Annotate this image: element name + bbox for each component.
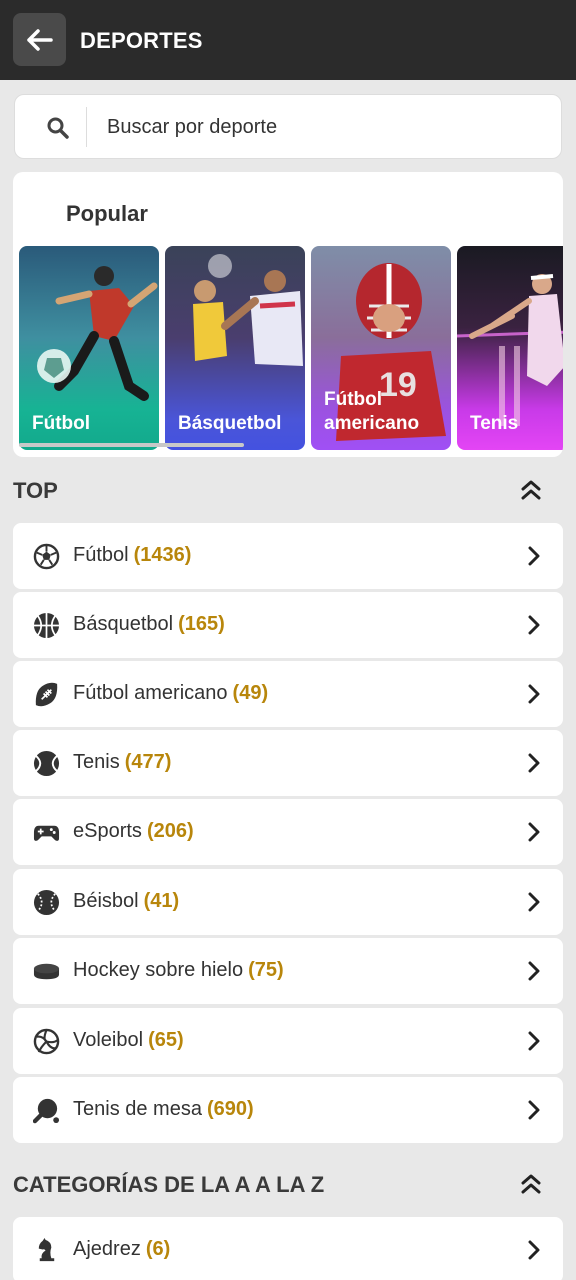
page-title: DEPORTES [80,28,203,53]
sport-count: (477) [124,751,172,773]
search-box[interactable] [14,94,562,159]
popular-card-label: Fútbol [32,413,91,434]
search-divider [86,107,87,147]
sport-name: Béisbol (41) [73,890,180,912]
chevron-right-icon [528,546,540,566]
sport-count: (206) [146,820,194,842]
search-icon [47,117,69,139]
sport-row-esports[interactable]: eSports (206) [13,799,563,865]
volleyball-icon [33,1028,60,1055]
sport-count: (6) [145,1238,171,1260]
sport-name: eSports (206) [73,820,194,842]
sport-name: Tenis de mesa (690) [73,1098,254,1120]
carousel-scrollbar[interactable] [19,443,557,447]
chevron-right-icon [528,684,540,704]
sport-count: (165) [178,613,225,635]
chevron-right-icon [528,1100,540,1120]
sport-row-beisbol[interactable]: Béisbol (41) [13,869,563,935]
sport-row-futbol-americano[interactable]: Fútbol americano (49) [13,661,563,727]
sport-row-voleibol[interactable]: Voleibol (65) [13,1008,563,1074]
sport-row-tenis[interactable]: Tenis (477) [13,730,563,796]
sport-count: (75) [248,959,284,981]
popular-card-tenis[interactable]: Tenis [457,246,563,450]
chevron-right-icon [528,961,540,981]
sport-count: (65) [148,1029,184,1051]
top-bar: DEPORTES [0,0,576,80]
az-section-header: CATEGORÍAS DE LA A A LA Z [13,1164,563,1204]
popular-card-basquetbol[interactable]: Básquetbol [165,246,305,450]
sport-row-tenis-de-mesa[interactable]: Tenis de mesa (690) [13,1077,563,1143]
ping-pong-paddle-icon [33,1098,60,1124]
sport-row-ajedrez[interactable]: Ajedrez (6) [13,1217,563,1280]
popular-card-label: Fútbol americano [324,389,420,434]
back-button[interactable] [13,13,66,66]
arrow-left-icon [26,28,53,51]
top-section-title: TOP [13,478,58,503]
popular-carousel[interactable]: Fútbol Básquetbol 19 Fútbol americano Te… [19,246,563,450]
hockey-puck-icon [33,963,60,980]
chevron-right-icon [528,1031,540,1051]
basketball-icon [33,612,60,639]
sport-row-basquetbol[interactable]: Básquetbol (165) [13,592,563,658]
sport-name: Tenis (477) [73,751,172,773]
sport-name: Fútbol americano (49) [73,682,269,704]
search-input[interactable] [107,109,547,145]
popular-card-label: Tenis [470,413,519,434]
chevron-right-icon [528,615,540,635]
sport-row-hockey[interactable]: Hockey sobre hielo (75) [13,938,563,1004]
chess-knight-icon [38,1237,55,1262]
chevron-right-icon [528,892,540,912]
sport-name: Básquetbol (165) [73,613,225,635]
double-chevron-up-icon[interactable] [521,479,541,501]
baseball-icon [33,889,60,916]
popular-card-label: Básquetbol [178,413,282,434]
double-chevron-up-icon[interactable] [521,1173,541,1195]
sport-row-futbol[interactable]: Fútbol (1436) [13,523,563,589]
tennis-ball-icon [33,750,60,777]
american-football-icon [35,682,58,707]
top-section-header: TOP [13,470,563,510]
sport-name: Voleibol (65) [73,1029,184,1051]
popular-section: Popular Fútbol Básquetbol 19 Fútbol amer… [13,172,563,457]
sport-name: Hockey sobre hielo (75) [73,959,284,981]
sport-count: (690) [206,1098,254,1120]
gamepad-icon [33,825,60,841]
sport-count: (1436) [133,544,192,566]
chevron-right-icon [528,1240,540,1260]
chevron-right-icon [528,753,540,773]
sport-count: (49) [232,682,269,704]
sport-count: (41) [143,890,180,912]
sport-name: Ajedrez (6) [73,1238,171,1260]
popular-card-futbol-americano[interactable]: 19 Fútbol americano [311,246,451,450]
carousel-scroll-thumb[interactable] [19,443,244,447]
sport-name: Fútbol (1436) [73,544,192,566]
popular-card-futbol[interactable]: Fútbol [19,246,159,450]
soccer-ball-icon [33,543,60,570]
chevron-right-icon [528,822,540,842]
popular-title: Popular [66,201,148,226]
az-section-title: CATEGORÍAS DE LA A A LA Z [13,1172,325,1197]
